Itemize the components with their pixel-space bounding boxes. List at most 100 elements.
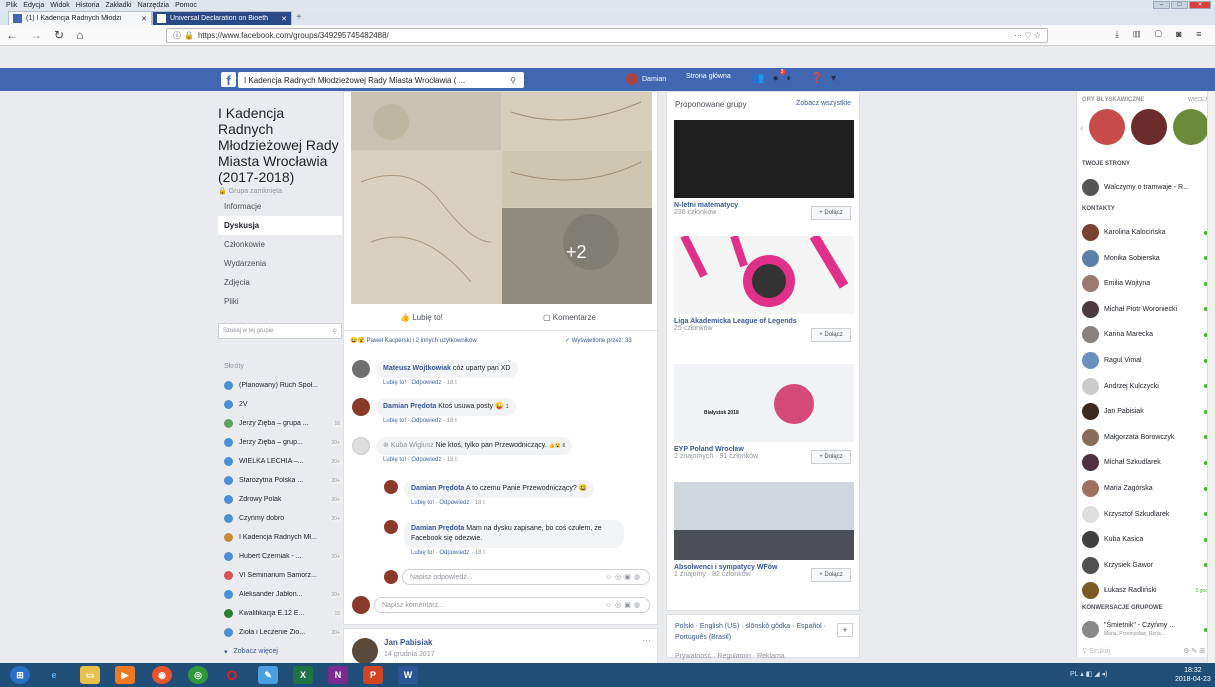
comment-reply[interactable]: Odpowiedz [411, 418, 441, 424]
group-chat[interactable]: "Śmietnik" - Czyńmy ... Maria, Przemysła… [1082, 621, 1212, 638]
comment-author[interactable]: Kuba Wiglusz [391, 442, 434, 449]
chrome-icon[interactable]: ◎ [188, 666, 208, 684]
comment-like[interactable]: Lubię to! [411, 550, 434, 556]
contact-item[interactable]: Monika Sobierska [1082, 249, 1212, 267]
opera-icon[interactable]: O [222, 666, 242, 684]
contact-item[interactable]: Kuba Kasica [1082, 531, 1212, 549]
comment-time[interactable]: 18 t [447, 380, 457, 386]
word-icon[interactable]: W [398, 666, 418, 684]
menu-item[interactable]: Pomoc [175, 2, 197, 9]
firefox-icon[interactable]: ◉ [152, 666, 172, 684]
see-all-link[interactable]: Zobacz wszystkie [796, 100, 851, 107]
messenger-icon[interactable]: ● 3 [772, 69, 785, 84]
contact-item[interactable]: Emilia Wojtyna [1082, 275, 1212, 293]
comment-time[interactable]: 18 t [475, 500, 485, 506]
avatar[interactable] [384, 520, 398, 534]
group-title[interactable]: I Kadencja Radnych Młodzieżowej Rady Mia… [218, 105, 342, 185]
game-icon[interactable] [1173, 109, 1209, 145]
menu-item[interactable]: Historia [76, 2, 100, 9]
contact-item[interactable]: Michał Piotr Woroniecki [1082, 300, 1212, 318]
join-button[interactable]: + Dołącz [811, 568, 851, 582]
group-search-input[interactable]: Szukaj w tej grupie ⚲ [218, 323, 342, 339]
excel-icon[interactable]: X [293, 666, 313, 684]
group-image[interactable]: Białystok 2018 [674, 364, 854, 442]
contact-item[interactable]: Michał Szkudlarek [1082, 454, 1212, 472]
help-icon[interactable]: ❓ [811, 73, 823, 84]
comment-like[interactable]: Lubię to! [383, 380, 406, 386]
contact-item[interactable]: Krzysztof Szkudlarek [1082, 505, 1212, 523]
reaction-count[interactable]: 👍😮 6 [549, 443, 566, 449]
comment-time[interactable]: 18 t [447, 418, 457, 424]
shortcut-item[interactable]: Jerzy Zięba – grupa ... 16 [218, 414, 342, 433]
system-tray-icons[interactable]: PL ▴ ◧ ◢ ◂) [1070, 670, 1107, 678]
page-actions-icon[interactable]: ··· ♡ ☆ [1014, 31, 1041, 40]
group-image[interactable] [674, 120, 854, 198]
game-icon[interactable] [1089, 109, 1125, 145]
powerpoint-icon[interactable]: P [363, 666, 383, 684]
friends-icon[interactable]: 👥 [752, 73, 764, 84]
contact-item[interactable]: Jan Pabisiak [1082, 403, 1212, 421]
avatar[interactable] [352, 398, 370, 416]
shortcut-item[interactable]: Hubert Czerniak - ... 20+ [218, 547, 342, 566]
avatar[interactable] [352, 638, 378, 664]
ie-icon[interactable]: e [44, 666, 64, 684]
avatar[interactable] [352, 437, 370, 455]
url-bar[interactable]: ⓘ 🔒 https://www.facebook.com/groups/3492… [166, 28, 1048, 43]
contact-item[interactable]: Karina Marecka [1082, 326, 1212, 344]
footer-links[interactable]: Prywatność · Regulamin · Reklama [675, 651, 785, 662]
join-button[interactable]: + Dołącz [811, 328, 851, 342]
shortcut-item[interactable]: Starożytna Polska ... 20+ [218, 471, 342, 490]
add-language-button[interactable]: + [837, 623, 853, 637]
home-link[interactable]: Strona główna [686, 73, 731, 80]
see-more-link[interactable]: ▾ Zobacz więcej [218, 642, 342, 661]
comment-time[interactable]: 18 t [475, 550, 485, 556]
comment-like[interactable]: Lubię to! [411, 500, 434, 506]
nav-events[interactable]: Wydarzenia [218, 254, 342, 273]
contact-item[interactable]: Ragul Vimal [1082, 352, 1212, 369]
emoji-camera-gif-sticker-icons[interactable]: ☺◎▣◍ [605, 573, 643, 581]
fb-search-input[interactable]: I Kadencja Radnych Młodzieżowej Rady Mia… [238, 72, 524, 88]
reply-input[interactable]: Napisz odpowiedź... ☺◎▣◍ [402, 569, 650, 585]
contact-item[interactable]: Andrzej Kulczycki [1082, 377, 1212, 395]
contact-item[interactable]: Łukasz Radliński 2 godz. [1082, 582, 1212, 600]
explorer-icon[interactable]: ▭ [80, 666, 100, 684]
minimize-button[interactable]: – [1153, 1, 1170, 9]
shortcut-item[interactable]: VI Seminarium Samorz... [218, 566, 342, 585]
shortcut-item[interactable]: Zioła i Leczenie Zio... 20+ [218, 623, 342, 642]
nav-members[interactable]: Członkowie [218, 235, 342, 254]
tab-facebook[interactable]: (1) I Kadencja Radnych Młodzi ✕ [8, 11, 152, 25]
photo-collage[interactable]: +2 [351, 92, 652, 304]
media-icon[interactable]: ▶ [115, 666, 135, 684]
shortcut-item[interactable]: (Planowany) Ruch Społ... [218, 376, 342, 395]
comment-button[interactable]: ▢ Komentarze [543, 313, 596, 322]
menu-item[interactable]: Narzędzia [138, 2, 170, 9]
nav-discussion[interactable]: Dyskusja [218, 216, 342, 235]
menu-item[interactable]: Plik [6, 2, 17, 9]
paint-icon[interactable]: ✎ [258, 666, 278, 684]
reaction-count[interactable]: 1 [506, 404, 509, 410]
shortcut-item[interactable]: Czyńmy dobro 20+ [218, 509, 342, 528]
shortcut-item[interactable]: WIELKA LECHIA –... 20+ [218, 452, 342, 471]
shortcut-item[interactable]: I Kadencja Radnych Mł... [218, 528, 342, 547]
comment-like[interactable]: Lubię to! [383, 457, 406, 463]
seen-by[interactable]: ✓ Wyświetlone przez: 33 [565, 337, 632, 344]
nav-info[interactable]: Informacje [218, 197, 342, 216]
profile-link[interactable]: Damian [626, 73, 666, 85]
comment-author[interactable]: Damian Prędota [411, 525, 464, 532]
group-image[interactable] [674, 233, 854, 314]
close-tab-icon[interactable]: ✕ [141, 15, 147, 23]
join-button[interactable]: + Dołącz [811, 450, 851, 464]
more-options-icon[interactable]: ··· [642, 635, 651, 645]
start-button[interactable]: ⊞ [10, 666, 30, 684]
new-tab-icon[interactable]: + [296, 12, 302, 23]
comment-time[interactable]: 18 t [447, 457, 457, 463]
back-icon[interactable]: ← [6, 28, 18, 42]
tab-unesco[interactable]: Universal Declaration on Bioeth ✕ [152, 11, 292, 25]
post-author[interactable]: Jan Pabisiak [384, 638, 432, 647]
dropdown-icon[interactable]: ▾ [831, 73, 836, 84]
contact-item[interactable]: Małgorzata Borowczyk [1082, 428, 1212, 446]
more-games-link[interactable]: WIĘCEJ [1188, 97, 1207, 103]
comment-author[interactable]: Mateusz Wojtkowiak [383, 365, 451, 372]
shortcut-item[interactable]: Zdrowy Polak 20+ [218, 490, 342, 509]
game-icon[interactable] [1131, 109, 1167, 145]
